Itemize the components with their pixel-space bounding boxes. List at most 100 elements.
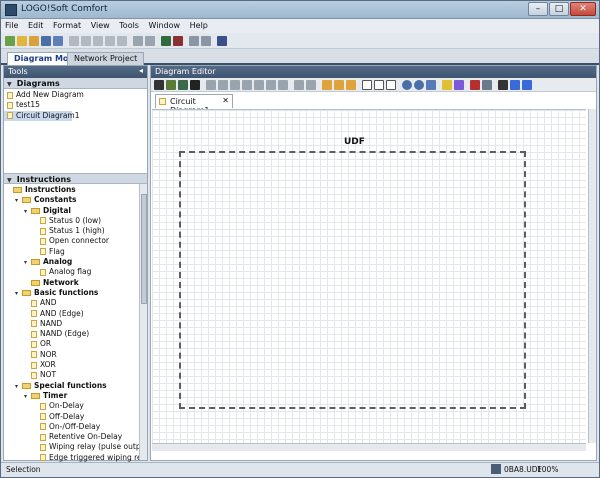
- instruction-tree-scrollbar[interactable]: [139, 184, 147, 460]
- transfer-pc-to-logo-icon[interactable]: [161, 36, 171, 46]
- menu-view[interactable]: View: [87, 19, 113, 30]
- redo-icon[interactable]: [145, 36, 155, 46]
- tree-folder[interactable]: ▾ Digital: [4, 206, 147, 216]
- minimize-button[interactable]: –: [528, 2, 548, 16]
- close-tab-icon[interactable]: ✕: [222, 96, 229, 105]
- menu-file[interactable]: File: [1, 19, 21, 30]
- tree-folder[interactable]: ▾ Constants: [4, 195, 147, 205]
- block-icon-1[interactable]: [322, 80, 332, 90]
- tree-item[interactable]: Analog flag: [4, 267, 147, 277]
- online-test-icon[interactable]: [201, 36, 211, 46]
- tree-item[interactable]: Edge triggered wiping relay: [4, 453, 147, 462]
- tree-item[interactable]: Status 0 (low): [4, 216, 147, 226]
- tree-folder[interactable]: ▾ Analog: [4, 257, 147, 267]
- cut-icon[interactable]: [69, 36, 79, 46]
- print-icon[interactable]: [53, 36, 63, 46]
- tree-item[interactable]: NOR: [4, 350, 147, 360]
- tree-folder[interactable]: Network: [4, 278, 147, 288]
- diagram-canvas[interactable]: UDF: [152, 109, 586, 443]
- diagram-list: Add New Diagram test15 Circuit Diagram1: [4, 90, 147, 173]
- selection-tool-icon[interactable]: [154, 80, 164, 90]
- tree-item[interactable]: AND: [4, 298, 147, 308]
- diagram-item[interactable]: test15: [4, 100, 147, 110]
- zoom-in-icon[interactable]: [402, 80, 412, 90]
- collapse-left-icon[interactable]: ◂: [139, 66, 143, 75]
- simulation-icon[interactable]: [189, 36, 199, 46]
- align-middle-icon[interactable]: [254, 80, 264, 90]
- tree-item-label: XOR: [40, 360, 56, 370]
- menu-format[interactable]: Format: [49, 19, 84, 30]
- copy-icon[interactable]: [93, 36, 103, 46]
- align-top-icon[interactable]: [242, 80, 252, 90]
- maximize-button[interactable]: □: [549, 2, 569, 16]
- tree-item[interactable]: OR: [4, 339, 147, 349]
- align-right-icon[interactable]: [230, 80, 240, 90]
- add-new-diagram-item[interactable]: Add New Diagram: [4, 90, 147, 100]
- align-left-icon[interactable]: [206, 80, 216, 90]
- tree-folder[interactable]: ▾ Special functions: [4, 381, 147, 391]
- window-layout-icon-3[interactable]: [386, 80, 396, 90]
- undo-icon[interactable]: [133, 36, 143, 46]
- open-icon[interactable]: [17, 36, 27, 46]
- tree-folder[interactable]: ▾ Timer: [4, 391, 147, 401]
- canvas-vertical-scrollbar[interactable]: [588, 109, 596, 443]
- transfer-logo-to-pc-icon[interactable]: [173, 36, 183, 46]
- constants-tool-icon[interactable]: [178, 80, 188, 90]
- move-up-icon[interactable]: [510, 80, 520, 90]
- menu-edit[interactable]: Edit: [24, 19, 47, 30]
- tree-item[interactable]: Retentive On-Delay: [4, 432, 147, 442]
- distribute-icon[interactable]: [278, 80, 288, 90]
- tree-folder[interactable]: ▾ Basic functions: [4, 288, 147, 298]
- paste-icon[interactable]: [105, 36, 115, 46]
- align-center-icon[interactable]: [218, 80, 228, 90]
- scrollbar-thumb[interactable]: [141, 194, 147, 304]
- tab-network-project[interactable]: Network Project: [67, 52, 145, 65]
- block-icon-3[interactable]: [346, 80, 356, 90]
- close-button[interactable]: ✕: [570, 2, 596, 16]
- tree-folder[interactable]: Instructions: [4, 185, 147, 195]
- zoom-out-icon[interactable]: [414, 80, 424, 90]
- tree-item[interactable]: Wiping relay (pulse output): [4, 442, 147, 452]
- signal-icon[interactable]: [498, 80, 508, 90]
- udf-frame[interactable]: [179, 151, 526, 409]
- delete-icon[interactable]: [81, 36, 91, 46]
- check-icon[interactable]: [470, 80, 480, 90]
- tree-item[interactable]: Status 1 (high): [4, 226, 147, 236]
- paste-special-icon[interactable]: [117, 36, 127, 46]
- new-icon[interactable]: [5, 36, 15, 46]
- tree-item[interactable]: AND (Edge): [4, 309, 147, 319]
- tree-item[interactable]: Open connector: [4, 236, 147, 246]
- cross-reference-icon[interactable]: [454, 80, 464, 90]
- tree-item[interactable]: NAND (Edge): [4, 329, 147, 339]
- highlight-icon[interactable]: [442, 80, 452, 90]
- instructions-section-header[interactable]: ▼ Instructions: [4, 173, 147, 184]
- block-icon-2[interactable]: [334, 80, 344, 90]
- tree-item[interactable]: Flag: [4, 247, 147, 257]
- diagram-item[interactable]: Circuit Diagram1: [4, 110, 80, 121]
- folder-icon[interactable]: [29, 36, 39, 46]
- properties-icon[interactable]: [482, 80, 492, 90]
- editor-redo-icon[interactable]: [306, 80, 316, 90]
- editor-undo-icon[interactable]: [294, 80, 304, 90]
- tab-circuit-diagram1[interactable]: Circuit Diagram1 ✕: [155, 94, 233, 115]
- connect-tool-icon[interactable]: [166, 80, 176, 90]
- window-layout-icon-1[interactable]: [362, 80, 372, 90]
- menu-help[interactable]: Help: [186, 19, 211, 30]
- context-help-icon[interactable]: [217, 36, 227, 46]
- window-layout-icon-2[interactable]: [374, 80, 384, 90]
- tree-item[interactable]: NAND: [4, 319, 147, 329]
- tree-item[interactable]: NOT: [4, 370, 147, 380]
- canvas-horizontal-scrollbar[interactable]: [152, 443, 586, 451]
- align-bottom-icon[interactable]: [266, 80, 276, 90]
- menu-window[interactable]: Window: [145, 19, 184, 30]
- text-tool-icon[interactable]: [190, 80, 200, 90]
- move-down-icon[interactable]: [522, 80, 532, 90]
- zoom-fit-icon[interactable]: [426, 80, 436, 90]
- tree-item[interactable]: On-/Off-Delay: [4, 422, 147, 432]
- menu-tools[interactable]: Tools: [115, 19, 142, 30]
- diagrams-section-header[interactable]: ▼ Diagrams: [4, 78, 147, 89]
- tree-item[interactable]: On-Delay: [4, 401, 147, 411]
- save-icon[interactable]: [41, 36, 51, 46]
- tree-item[interactable]: Off-Delay: [4, 412, 147, 422]
- tree-item[interactable]: XOR: [4, 360, 147, 370]
